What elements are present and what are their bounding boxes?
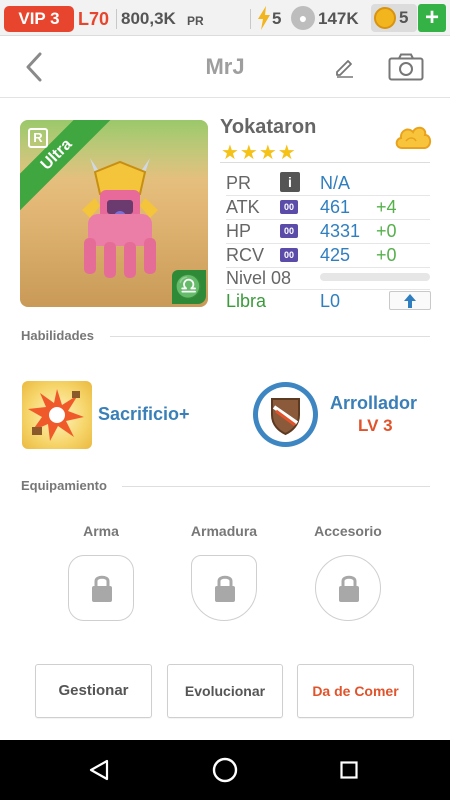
manage-button[interactable]: Gestionar bbox=[35, 664, 152, 718]
paw-icon: ● bbox=[291, 6, 315, 30]
element-cloud-icon bbox=[395, 126, 432, 149]
shield-icon bbox=[271, 398, 300, 436]
lock-icon bbox=[339, 575, 359, 602]
monster-figure bbox=[82, 158, 158, 278]
weapon-slot-label: Arma bbox=[83, 523, 119, 539]
evolve-button[interactable]: Evolucionar bbox=[167, 664, 283, 718]
divider bbox=[220, 162, 430, 163]
system-nav-bar bbox=[0, 740, 450, 800]
divider bbox=[250, 9, 251, 29]
abilities-heading: Habilidades bbox=[21, 328, 94, 343]
nav-back-icon[interactable] bbox=[88, 759, 110, 781]
lock-icon bbox=[215, 575, 235, 602]
add-gems-button[interactable]: + bbox=[418, 4, 446, 32]
zodiac-sign-label: Libra bbox=[226, 291, 267, 311]
level-progress-bar bbox=[320, 273, 430, 281]
hp-bonus: +0 bbox=[376, 221, 397, 241]
nav-recent-apps-icon[interactable] bbox=[340, 761, 358, 779]
lock-icon bbox=[92, 575, 112, 602]
pr-value: N/A bbox=[320, 173, 351, 193]
vip-badge[interactable]: VIP 3 bbox=[4, 6, 74, 32]
rarity-tag: R bbox=[28, 128, 48, 148]
weapon-slot[interactable] bbox=[68, 555, 134, 621]
gem-counter: 5 bbox=[371, 4, 417, 32]
power-rating-label: PR bbox=[187, 14, 204, 28]
zodiac-icon: ♎ bbox=[172, 270, 206, 304]
page-title: MrJ bbox=[205, 54, 245, 79]
skill-1-name[interactable]: Sacrificio+ bbox=[98, 404, 190, 425]
skill-2-name[interactable]: Arrollador bbox=[330, 393, 417, 414]
hp-label: HP bbox=[226, 221, 252, 241]
sacrifice-skill-icon[interactable] bbox=[22, 381, 92, 449]
armor-slot[interactable] bbox=[191, 555, 257, 621]
info-icon[interactable]: i bbox=[280, 172, 300, 192]
pr-label: PR bbox=[226, 173, 252, 193]
skill-icon-ring bbox=[258, 387, 313, 442]
player-level: L70 bbox=[78, 9, 110, 29]
atk-bonus: +4 bbox=[376, 197, 397, 217]
gem-icon bbox=[374, 7, 396, 29]
resource-bar: VIP 3 L70 800,3K PR 5 ● 147K 5 + bbox=[0, 0, 450, 36]
page-header: MrJ bbox=[0, 36, 450, 98]
upgrade-sign-button[interactable] bbox=[389, 291, 431, 310]
rcv-label: RCV bbox=[226, 245, 265, 265]
divider bbox=[116, 9, 117, 29]
nav-home-icon[interactable] bbox=[212, 757, 238, 783]
equipment-heading: Equipamiento bbox=[21, 478, 107, 493]
level-label: Nivel 08 bbox=[226, 268, 292, 288]
divider bbox=[110, 336, 430, 337]
atk-tag: 00 bbox=[280, 200, 298, 214]
rcv-value: 425 bbox=[320, 245, 351, 265]
accessory-slot[interactable] bbox=[315, 555, 381, 621]
rcv-bonus: +0 bbox=[376, 245, 397, 265]
monster-portrait[interactable]: R Ultra ♎ bbox=[20, 120, 208, 307]
paw-count: 147K bbox=[318, 9, 359, 28]
atk-label: ATK bbox=[226, 197, 260, 217]
back-arrow-icon[interactable] bbox=[24, 51, 44, 83]
atk-value: 461 bbox=[320, 197, 351, 217]
charge-skill-icon[interactable] bbox=[253, 382, 318, 447]
skill-2-level: LV 3 bbox=[358, 416, 393, 435]
power-rating-value: 800,3K bbox=[121, 9, 176, 28]
monster-name: Yokataron bbox=[220, 116, 317, 138]
armor-slot-label: Armadura bbox=[190, 523, 258, 539]
energy-count: 5 bbox=[272, 9, 282, 28]
up-arrow-icon bbox=[404, 294, 416, 308]
feed-button[interactable]: Da de Comer bbox=[297, 664, 414, 718]
energy-icon bbox=[258, 6, 270, 30]
hp-tag: 00 bbox=[280, 224, 298, 238]
edit-pencil-icon[interactable] bbox=[334, 56, 356, 78]
rcv-tag: 00 bbox=[280, 248, 298, 262]
divider bbox=[122, 486, 430, 487]
camera-icon[interactable] bbox=[388, 53, 424, 81]
explosion-icon bbox=[28, 389, 84, 441]
gem-count: 5 bbox=[399, 8, 409, 27]
hp-value: 4331 bbox=[320, 221, 361, 241]
accessory-slot-label: Accesorio bbox=[314, 523, 382, 539]
zodiac-sign-level: L0 bbox=[320, 291, 341, 311]
